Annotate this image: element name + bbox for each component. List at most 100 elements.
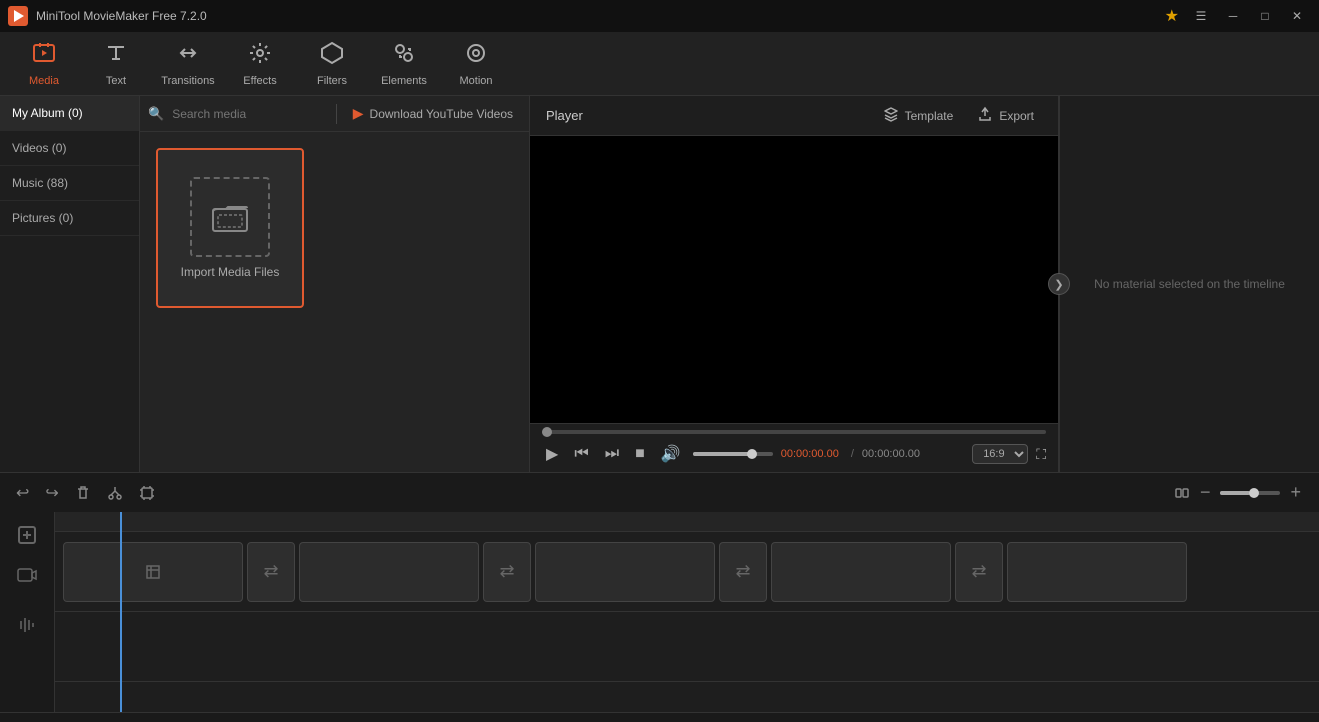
import-media-card[interactable]: Import Media Files	[156, 148, 304, 308]
zoom-out-button[interactable]: −	[1194, 480, 1217, 505]
toolbar-motion[interactable]: Motion	[440, 36, 512, 92]
media-content: Import Media Files	[140, 132, 529, 472]
track-segment-4[interactable]	[771, 542, 951, 602]
aspect-ratio-select[interactable]: 16:9 9:16 4:3 1:1	[972, 444, 1028, 464]
app-title: MiniTool MovieMaker Free 7.2.0	[36, 9, 1165, 23]
next-frame-button[interactable]: ⏭	[601, 443, 623, 465]
toolbar-text[interactable]: Text	[80, 36, 152, 92]
toolbar-effects-label: Effects	[243, 75, 276, 87]
track-segment-3[interactable]	[535, 542, 715, 602]
left-panel: My Album (0) Videos (0) Music (88) Pictu…	[0, 96, 530, 472]
playhead[interactable]	[120, 512, 122, 712]
zoom-slider[interactable]	[1220, 491, 1280, 495]
bottom-panel: ↩ ↪ −	[0, 472, 1319, 722]
transitions-icon	[176, 41, 200, 71]
youtube-download-button[interactable]: ▶ Download YouTube Videos	[345, 101, 521, 126]
time-separator: /	[851, 448, 854, 460]
minimize-button[interactable]: ─	[1219, 5, 1247, 27]
track-segment-trans-1[interactable]: ⇄	[247, 542, 295, 602]
app-logo	[8, 6, 28, 26]
star-icon: ★	[1165, 6, 1179, 26]
toolbar-media-label: Media	[29, 75, 59, 87]
maximize-button[interactable]: □	[1251, 5, 1279, 27]
video-viewport	[530, 136, 1058, 423]
timeline-tracks: ⇄ ⇄ ⇄ ⇄	[55, 532, 1319, 692]
search-input[interactable]	[172, 107, 328, 121]
volume-dot	[747, 449, 757, 459]
track-segment-main[interactable]	[63, 542, 243, 602]
motion-icon	[464, 41, 488, 71]
zoom-in-button[interactable]: +	[1284, 480, 1307, 505]
youtube-icon: ▶	[353, 105, 364, 122]
volume-fill	[693, 452, 749, 456]
search-icon: 🔍	[148, 106, 164, 122]
toolbar-effects[interactable]: Effects	[224, 36, 296, 92]
progress-bar[interactable]	[542, 430, 1046, 434]
template-button[interactable]: Template	[875, 102, 962, 129]
track-segment-2[interactable]	[299, 542, 479, 602]
track-segment-trans-2[interactable]: ⇄	[483, 542, 531, 602]
audio-track-icon	[7, 600, 47, 650]
fullscreen-button[interactable]: ⛶	[1036, 446, 1046, 463]
sidebar-item-pictures[interactable]: Pictures (0)	[0, 201, 139, 236]
track-segment-trans-3[interactable]: ⇄	[719, 542, 767, 602]
toolbar: Media Text Transitions Effects	[0, 32, 1319, 96]
sidebar-item-videos[interactable]: Videos (0)	[0, 131, 139, 166]
toolbar-elements[interactable]: Elements	[368, 36, 440, 92]
track-segment-5[interactable]	[1007, 542, 1187, 602]
close-button[interactable]: ✕	[1283, 5, 1311, 27]
time-total: 00:00:00.00	[862, 448, 920, 460]
elements-icon	[392, 41, 416, 71]
divider	[336, 104, 337, 124]
filters-icon	[320, 41, 344, 71]
sidebar-item-my-album[interactable]: My Album (0)	[0, 96, 139, 131]
folder-icon	[190, 177, 270, 257]
sidebar: My Album (0) Videos (0) Music (88) Pictu…	[0, 96, 140, 472]
add-track-button[interactable]	[7, 520, 47, 550]
audio-track-row	[55, 612, 1319, 682]
media-icon	[32, 41, 56, 71]
player-controls: ▶ ⏮ ⏭ ■ 🔊 00:00:00.00 / 00:00:00.00 16:9…	[530, 423, 1058, 472]
toolbar-filters-label: Filters	[317, 75, 347, 87]
import-label: Import Media Files	[181, 265, 280, 279]
timeline-track-icons	[0, 512, 55, 712]
crop-button[interactable]	[135, 481, 159, 505]
timeline-toolbar: ↩ ↪ −	[0, 472, 1319, 512]
toolbar-transitions-label: Transitions	[161, 75, 214, 87]
video-track-row: ⇄ ⇄ ⇄ ⇄	[55, 532, 1319, 612]
collapse-panel-button[interactable]: ❯	[1048, 273, 1070, 295]
menu-button[interactable]: ☰	[1187, 5, 1215, 27]
layers-icon	[883, 106, 899, 125]
prev-frame-button[interactable]: ⏮	[570, 443, 592, 465]
toolbar-filters[interactable]: Filters	[296, 36, 368, 92]
toolbar-media[interactable]: Media	[8, 36, 80, 92]
timeline-content: ⇄ ⇄ ⇄ ⇄	[55, 512, 1319, 712]
volume-button[interactable]: 🔊	[657, 442, 685, 466]
undo-button[interactable]: ↩	[12, 479, 33, 507]
media-toolbar: 🔍 ▶ Download YouTube Videos	[140, 96, 529, 132]
toolbar-motion-label: Motion	[459, 75, 492, 87]
play-button[interactable]: ▶	[542, 442, 562, 466]
volume-slider[interactable]	[693, 452, 773, 456]
effects-icon	[248, 41, 272, 71]
cut-button[interactable]	[103, 481, 127, 505]
toolbar-transitions[interactable]: Transitions	[152, 36, 224, 92]
export-icon	[977, 106, 993, 125]
redo-button[interactable]: ↪	[41, 479, 62, 507]
timeline: ⇄ ⇄ ⇄ ⇄	[0, 512, 1319, 712]
zoom-controls: − +	[1174, 480, 1307, 505]
no-material-text: No material selected on the timeline	[1078, 261, 1301, 307]
delete-button[interactable]	[71, 481, 95, 505]
track-segment-trans-4[interactable]: ⇄	[955, 542, 1003, 602]
toolbar-elements-label: Elements	[381, 75, 427, 87]
text-icon	[104, 41, 128, 71]
right-panel: ❯ No material selected on the timeline	[1059, 96, 1319, 472]
export-button[interactable]: Export	[969, 102, 1042, 129]
timeline-scrollbar[interactable]	[0, 712, 1319, 722]
player-header: Player Template Export	[530, 96, 1058, 136]
sidebar-item-music[interactable]: Music (88)	[0, 166, 139, 201]
progress-dot	[542, 427, 552, 437]
stop-button[interactable]: ■	[631, 443, 649, 465]
titlebar: MiniTool MovieMaker Free 7.2.0 ★ ☰ ─ □ ✕	[0, 0, 1319, 32]
video-track-icon	[7, 550, 47, 600]
